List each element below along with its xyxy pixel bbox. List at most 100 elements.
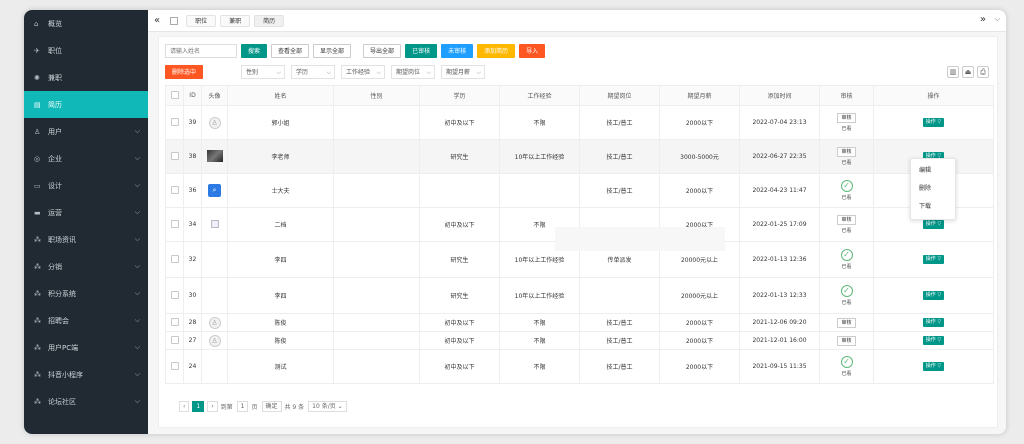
export-icon[interactable]: ⏏: [962, 66, 974, 78]
tab-parttime[interactable]: 兼职: [220, 14, 251, 27]
menu-item-delete[interactable]: 删除: [911, 180, 955, 198]
experience-filter[interactable]: 工作经验 ⌵: [341, 65, 386, 79]
row-action-button[interactable]: 操作 ▽: [922, 255, 945, 264]
page-size-select[interactable]: 10 条/页 ⌄: [308, 401, 347, 412]
sidebar-item[interactable]: ♙ 用户 ⌵: [24, 118, 148, 145]
row-action-button[interactable]: 操作 ▽: [922, 318, 945, 327]
search-button[interactable]: 搜索: [241, 44, 268, 58]
chevron-down-icon: ⌵: [134, 343, 140, 351]
chevron-down-icon: ⌵: [134, 235, 140, 243]
expected-job-filter[interactable]: 期望岗位 ⌵: [391, 65, 436, 79]
sidebar-item[interactable]: ⌂ 概览: [24, 10, 148, 37]
job-cell: 技工/普工: [579, 139, 660, 174]
import-button[interactable]: 导入: [519, 44, 546, 58]
distribution-icon: ⁂: [34, 262, 41, 271]
select-all-header[interactable]: [165, 85, 184, 106]
row-select-cell[interactable]: [165, 207, 184, 242]
review-button[interactable]: 审核: [837, 113, 856, 123]
sidebar-item-label: 职场资讯: [48, 235, 76, 244]
reviewed-button[interactable]: 已审核: [405, 44, 438, 58]
action-cell: 操作 ▽: [873, 313, 994, 332]
review-button[interactable]: 审核: [837, 215, 856, 225]
name-cell: 测试: [227, 349, 334, 384]
sidebar-item[interactable]: ▭ 设计 ⌵: [24, 172, 148, 199]
check-circle-icon: ✓: [840, 285, 853, 297]
row-checkbox[interactable]: [170, 185, 179, 194]
sidebar-item[interactable]: ⁂ 积分系统 ⌵: [24, 280, 148, 307]
show-all-button[interactable]: 显示全部: [313, 44, 352, 58]
gender-cell: [333, 241, 420, 278]
goto-confirm-button[interactable]: 确定: [261, 401, 282, 412]
education-filter[interactable]: 学历 ⌵: [291, 65, 336, 79]
expected-salary-filter[interactable]: 期望月薪 ⌵: [441, 65, 486, 79]
select-all-checkbox[interactable]: [170, 90, 179, 99]
sidebar-item[interactable]: ◎ 企业 ⌵: [24, 145, 148, 172]
next-page-button[interactable]: ›: [207, 401, 218, 412]
row-select-cell[interactable]: [165, 331, 184, 350]
row-select-cell[interactable]: [165, 241, 184, 278]
job-cell: [579, 277, 660, 314]
review-status-text: 已看: [841, 264, 852, 270]
review-button[interactable]: 审核: [837, 317, 856, 328]
print-icon[interactable]: ⎙: [977, 66, 989, 78]
row-action-button[interactable]: 操作 ▽: [922, 291, 945, 300]
row-action-button[interactable]: 操作 ▽: [922, 118, 945, 127]
row-action-button[interactable]: 操作 ▽: [922, 362, 945, 371]
sidebar-item[interactable]: ✈ 职位: [24, 37, 148, 64]
chevron-down-icon: ⌵: [134, 154, 140, 162]
row-checkbox[interactable]: [170, 117, 179, 126]
tab-resume[interactable]: 简历: [254, 14, 285, 27]
row-action-button[interactable]: 操作 ▽: [922, 220, 945, 229]
export-all-button[interactable]: 导出全部: [363, 44, 402, 58]
gender-cell: [333, 173, 420, 208]
sidebar-item[interactable]: ⁂ 分销 ⌵: [24, 253, 148, 280]
tab-back-button[interactable]: «: [154, 15, 160, 26]
sidebar-item[interactable]: ▤ 简历: [24, 91, 148, 118]
sidebar-item[interactable]: ⁂ 用户PC端 ⌵: [24, 334, 148, 361]
row-action-button[interactable]: 操作 ▽: [922, 336, 945, 345]
row-select-cell[interactable]: [165, 277, 184, 314]
tab-menu-chevron-icon[interactable]: ⌵: [995, 15, 1000, 24]
menu-item-download[interactable]: 下载: [911, 198, 955, 216]
review-button[interactable]: 审核: [837, 335, 856, 346]
row-checkbox[interactable]: [170, 151, 179, 160]
row-checkbox[interactable]: [170, 317, 179, 326]
sidebar-item[interactable]: ⁂ 招聘会 ⌵: [24, 307, 148, 334]
review-button[interactable]: 审核: [837, 147, 856, 157]
row-checkbox[interactable]: [170, 361, 179, 370]
columns-icon[interactable]: ▥: [947, 66, 959, 78]
page-1-button[interactable]: 1: [192, 401, 205, 412]
home-tab-icon[interactable]: [170, 16, 179, 25]
sidebar-item[interactable]: ▬ 运营 ⌵: [24, 199, 148, 226]
row-checkbox[interactable]: [170, 290, 179, 299]
total-count: 共 9 条: [284, 404, 305, 411]
row-checkbox[interactable]: [170, 254, 179, 263]
row-select-cell[interactable]: [165, 349, 184, 384]
action-cell: 操作 ▽: [873, 241, 994, 278]
row-checkbox[interactable]: [170, 335, 179, 344]
row-checkbox[interactable]: [170, 219, 179, 228]
view-all-button[interactable]: 查看全部: [271, 44, 310, 58]
tab-forward-button[interactable]: »: [980, 14, 986, 25]
avatar-image: [206, 149, 223, 162]
delete-selected-button[interactable]: 删除选中: [165, 65, 204, 79]
row-select-cell[interactable]: [165, 105, 184, 140]
row-select-cell[interactable]: [165, 313, 184, 332]
add-resume-button[interactable]: 添加简历: [477, 44, 516, 58]
goto-page-input[interactable]: 1: [236, 401, 249, 412]
name-search-input[interactable]: [165, 44, 237, 58]
gender-cell: [333, 331, 420, 350]
unreviewed-button[interactable]: 未审核: [441, 44, 474, 58]
gender-filter[interactable]: 性别 ⌵: [241, 65, 286, 79]
row-select-cell[interactable]: [165, 173, 184, 208]
salary-cell: 2000以下: [659, 313, 740, 332]
tab-position[interactable]: 职位: [186, 14, 217, 27]
sidebar-item[interactable]: ⁂ 职场资讯 ⌵: [24, 226, 148, 253]
prev-page-button[interactable]: ‹: [179, 401, 190, 412]
sidebar-item[interactable]: ✺ 兼职: [24, 64, 148, 91]
gender-cell: [333, 277, 420, 314]
menu-item-edit[interactable]: 编辑: [911, 162, 955, 180]
sidebar-item[interactable]: ⁂ 论坛社区 ⌵: [24, 388, 148, 415]
row-select-cell[interactable]: [165, 139, 184, 174]
sidebar-item[interactable]: ⁂ 抖音小程序 ⌵: [24, 361, 148, 388]
